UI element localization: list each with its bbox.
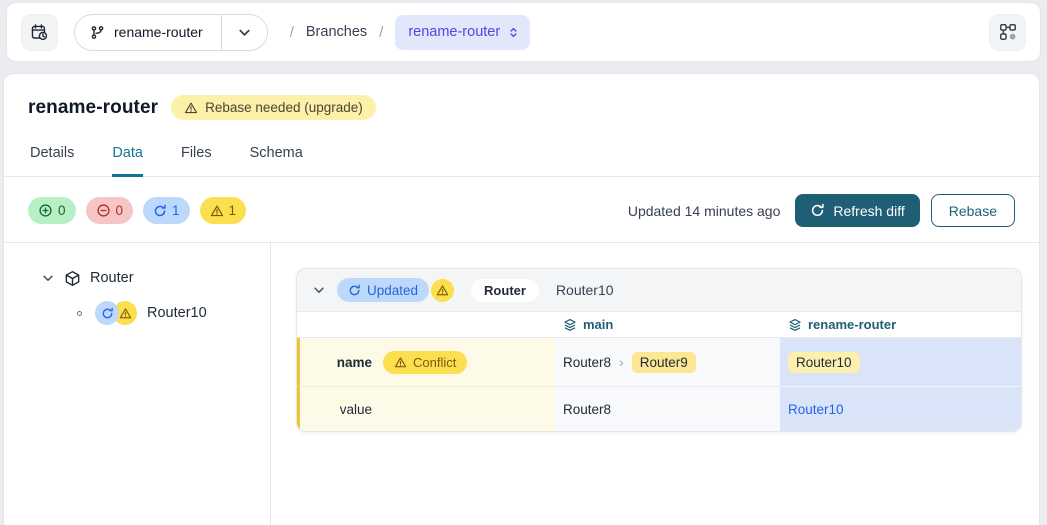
- base-value: Router8: [563, 402, 611, 417]
- column-header-main: main: [555, 312, 780, 338]
- conflict-badge-label: Conflict: [413, 355, 456, 370]
- breadcrumb-separator: /: [379, 24, 383, 41]
- tree-node-router10[interactable]: Router10: [4, 295, 270, 331]
- added-count: 0: [58, 203, 66, 218]
- rebase-button[interactable]: Rebase: [931, 194, 1015, 227]
- breadcrumb-current-label: rename-router: [408, 24, 500, 40]
- tree-bullet: [77, 311, 82, 316]
- refresh-icon: [810, 203, 825, 218]
- diff-table: main rename-router name: [297, 312, 1021, 431]
- diff-toolbar: 0 0 1 1 Updated 14 minutes ago Re: [4, 177, 1039, 243]
- warning-triangle-icon: [184, 101, 198, 115]
- object-type-badge: Router: [471, 279, 539, 302]
- conflict-badge: Conflict: [383, 351, 467, 374]
- diagram-nodes-icon: [999, 23, 1017, 41]
- branch-cell-value: Router10: [780, 387, 1021, 431]
- refresh-icon: [348, 284, 361, 297]
- branch-value-highlight: Router10: [788, 352, 860, 373]
- field-cell-name: name Conflict: [297, 338, 555, 387]
- circle-minus-icon: [96, 203, 111, 218]
- chevron-down-icon[interactable]: [41, 271, 55, 285]
- main-panel: rename-router Rebase needed (upgrade) De…: [3, 73, 1040, 525]
- conflict-count-badge: 1: [200, 197, 247, 224]
- tab-schema[interactable]: Schema: [250, 145, 303, 177]
- diff-object-name: Router10: [556, 282, 614, 298]
- refresh-icon: [153, 204, 167, 218]
- refresh-diff-button[interactable]: Refresh diff: [795, 194, 919, 227]
- removed-count: 0: [116, 203, 124, 218]
- rebase-needed-badge: Rebase needed (upgrade): [171, 95, 376, 120]
- base-old-value: Router8: [563, 355, 611, 370]
- tab-data[interactable]: Data: [112, 145, 143, 177]
- branch-selector-label: rename-router: [114, 24, 203, 40]
- history-button[interactable]: [21, 14, 58, 51]
- updated-status-label: Updated: [367, 283, 418, 298]
- tree-sidebar: Router Router10: [4, 243, 271, 525]
- top-navbar: rename-router / Branches / rename-router: [6, 2, 1041, 62]
- chevron-down-icon: [237, 25, 252, 40]
- workspace-switcher-button[interactable]: [989, 14, 1026, 51]
- breadcrumb-separator: /: [290, 24, 294, 41]
- diff-card-header[interactable]: Updated Router Router10: [297, 269, 1021, 312]
- warning-triangle-icon: [394, 356, 407, 369]
- tree-node-label: Router10: [147, 305, 207, 321]
- diff-area: Updated Router Router10: [271, 243, 1039, 525]
- base-cell-value: Router8: [555, 387, 780, 431]
- tab-bar: Details Data Files Schema: [4, 145, 1039, 177]
- column-header-field: [297, 312, 555, 338]
- circle-plus-icon: [38, 203, 53, 218]
- tree-node-label: Router: [90, 270, 134, 286]
- column-header-label: rename-router: [808, 317, 896, 332]
- branch-cell-name: Router10: [780, 338, 1021, 387]
- updated-status-pill: Updated: [337, 278, 429, 302]
- rebase-needed-label: Rebase needed (upgrade): [205, 100, 363, 115]
- collapse-chevron-icon[interactable]: [312, 283, 326, 297]
- tab-files[interactable]: Files: [181, 145, 212, 177]
- conflict-warning-badge: [431, 279, 454, 302]
- updated-mini-badge: [95, 301, 119, 325]
- last-updated-text: Updated 14 minutes ago: [628, 203, 781, 219]
- field-name-label: name: [328, 355, 372, 370]
- tree-node-router[interactable]: Router: [4, 263, 270, 293]
- selector-updown-icon: [507, 26, 520, 39]
- breadcrumb: / Branches / rename-router: [290, 15, 530, 50]
- branch-selector[interactable]: rename-router: [74, 14, 268, 51]
- page-title: rename-router: [28, 97, 158, 119]
- warning-triangle-icon: [210, 204, 224, 218]
- breadcrumb-current-branch[interactable]: rename-router: [395, 15, 530, 50]
- column-header-branch: rename-router: [780, 312, 1021, 338]
- base-new-value: Router9: [632, 352, 696, 373]
- branch-value: Router10: [788, 402, 844, 417]
- layers-icon: [563, 318, 577, 332]
- refresh-diff-label: Refresh diff: [833, 203, 904, 219]
- base-cell-name: Router8 › Router9: [555, 338, 780, 387]
- diff-card: Updated Router Router10: [296, 268, 1022, 432]
- updated-count: 1: [172, 203, 180, 218]
- updated-count-badge: 1: [143, 197, 190, 224]
- calendar-clock-icon: [30, 23, 49, 42]
- branch-selector-caret[interactable]: [222, 15, 267, 50]
- change-arrow: ›: [619, 354, 624, 370]
- breadcrumb-branches-link[interactable]: Branches: [306, 24, 367, 40]
- added-count-badge: 0: [28, 197, 76, 224]
- field-value-label: value: [328, 402, 372, 417]
- git-branch-icon: [90, 25, 105, 40]
- field-cell-value: value: [297, 387, 555, 431]
- conflict-count: 1: [229, 203, 237, 218]
- column-header-label: main: [583, 317, 613, 332]
- branch-selector-current[interactable]: rename-router: [75, 15, 221, 50]
- cube-icon: [64, 270, 81, 287]
- removed-count-badge: 0: [86, 197, 134, 224]
- layers-icon: [788, 318, 802, 332]
- page-header: rename-router Rebase needed (upgrade): [4, 74, 1039, 120]
- tab-details[interactable]: Details: [30, 145, 74, 177]
